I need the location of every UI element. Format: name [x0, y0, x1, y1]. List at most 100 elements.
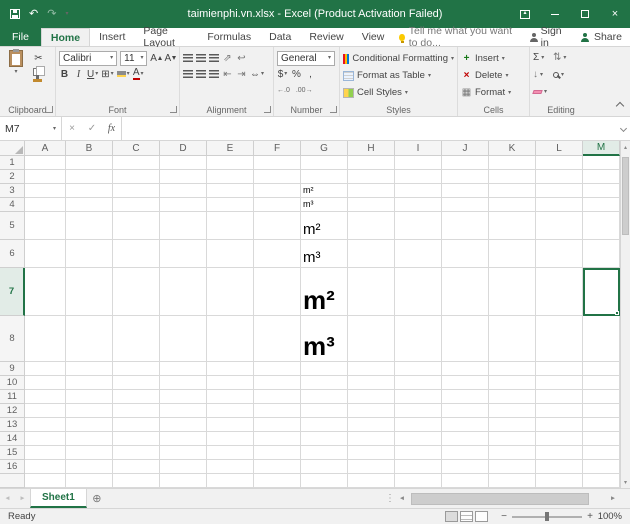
- cell-partial[interactable]: [25, 474, 66, 488]
- row-header-13[interactable]: 13: [0, 418, 25, 432]
- cell-L6[interactable]: [536, 240, 583, 268]
- cell-M7[interactable]: [583, 268, 620, 316]
- cell-C14[interactable]: [113, 432, 160, 446]
- cell-I14[interactable]: [395, 432, 442, 446]
- format-cells-button[interactable]: ▦ Format ▾: [461, 84, 526, 101]
- formula-bar-expand-icon[interactable]: [616, 117, 630, 140]
- close-button[interactable]: ×: [600, 0, 630, 28]
- cell-H14[interactable]: [348, 432, 395, 446]
- cell-A15[interactable]: [25, 446, 66, 460]
- cell-H11[interactable]: [348, 390, 395, 404]
- insert-cells-button[interactable]: + Insert ▾: [461, 50, 526, 67]
- zoom-level[interactable]: 100%: [596, 511, 630, 522]
- cell-L10[interactable]: [536, 376, 583, 390]
- underline-button[interactable]: U ▾: [87, 67, 98, 81]
- cell-D4[interactable]: [160, 198, 207, 212]
- font-color-button[interactable]: A ▾: [132, 67, 144, 81]
- cell-A11[interactable]: [25, 390, 66, 404]
- cell-A1[interactable]: [25, 156, 66, 170]
- column-header-K[interactable]: K: [489, 141, 536, 156]
- cell-H6[interactable]: [348, 240, 395, 268]
- cell-B4[interactable]: [66, 198, 113, 212]
- row-header-2[interactable]: 2: [0, 170, 25, 184]
- cell-J16[interactable]: [442, 460, 489, 474]
- cell-E5[interactable]: [207, 212, 254, 240]
- cell-L2[interactable]: [536, 170, 583, 184]
- cell-F7[interactable]: [254, 268, 301, 316]
- row-header-8[interactable]: 8: [0, 316, 25, 362]
- cell-G4[interactable]: m³: [301, 198, 348, 212]
- cell-E3[interactable]: [207, 184, 254, 198]
- cell-F3[interactable]: [254, 184, 301, 198]
- cell-E7[interactable]: [207, 268, 254, 316]
- cell-H5[interactable]: [348, 212, 395, 240]
- cell-L11[interactable]: [536, 390, 583, 404]
- cell-M11[interactable]: [583, 390, 620, 404]
- cell-I7[interactable]: [395, 268, 442, 316]
- zoom-slider-thumb[interactable]: [545, 512, 549, 521]
- cell-F10[interactable]: [254, 376, 301, 390]
- cell-K11[interactable]: [489, 390, 536, 404]
- cell-B7[interactable]: [66, 268, 113, 316]
- cell-K15[interactable]: [489, 446, 536, 460]
- cell-G6[interactable]: m³: [301, 240, 348, 268]
- cell-I3[interactable]: [395, 184, 442, 198]
- row-header-15[interactable]: 15: [0, 446, 25, 460]
- cell-D5[interactable]: [160, 212, 207, 240]
- fill-button[interactable]: ↓ ▾: [533, 67, 547, 82]
- cell-C1[interactable]: [113, 156, 160, 170]
- row-header-7[interactable]: 7: [0, 268, 25, 316]
- cell-L5[interactable]: [536, 212, 583, 240]
- cell-L16[interactable]: [536, 460, 583, 474]
- cell-H8[interactable]: [348, 316, 395, 362]
- cell-A14[interactable]: [25, 432, 66, 446]
- cell-L14[interactable]: [536, 432, 583, 446]
- cell-F12[interactable]: [254, 404, 301, 418]
- align-top-button[interactable]: [183, 54, 193, 62]
- cell-K14[interactable]: [489, 432, 536, 446]
- new-sheet-button[interactable]: ⊕: [87, 489, 107, 508]
- cell-L13[interactable]: [536, 418, 583, 432]
- enter-icon[interactable]: ✓: [82, 117, 102, 140]
- normal-view-button[interactable]: [445, 511, 458, 522]
- cell-K3[interactable]: [489, 184, 536, 198]
- cell-K2[interactable]: [489, 170, 536, 184]
- cell-partial[interactable]: [113, 474, 160, 488]
- cell-J8[interactable]: [442, 316, 489, 362]
- cell-I4[interactable]: [395, 198, 442, 212]
- cell-E13[interactable]: [207, 418, 254, 432]
- cell-A9[interactable]: [25, 362, 66, 376]
- row-header-6[interactable]: 6: [0, 240, 25, 268]
- row-header-11[interactable]: 11: [0, 390, 25, 404]
- cell-E14[interactable]: [207, 432, 254, 446]
- cell-C2[interactable]: [113, 170, 160, 184]
- cell-styles-button[interactable]: Cell Styles ▾: [343, 84, 454, 101]
- cell-L3[interactable]: [536, 184, 583, 198]
- cell-J10[interactable]: [442, 376, 489, 390]
- cell-M4[interactable]: [583, 198, 620, 212]
- decrease-indent-button[interactable]: ⇤: [222, 67, 233, 81]
- cancel-icon[interactable]: ×: [62, 117, 82, 140]
- cell-K6[interactable]: [489, 240, 536, 268]
- row-header-12[interactable]: 12: [0, 404, 25, 418]
- cell-J9[interactable]: [442, 362, 489, 376]
- cell-E9[interactable]: [207, 362, 254, 376]
- cell-D1[interactable]: [160, 156, 207, 170]
- number-dialog-launcher-icon[interactable]: [330, 106, 337, 113]
- cell-A4[interactable]: [25, 198, 66, 212]
- scroll-down-icon[interactable]: ▾: [624, 476, 627, 488]
- cell-F13[interactable]: [254, 418, 301, 432]
- cell-J2[interactable]: [442, 170, 489, 184]
- column-header-L[interactable]: L: [536, 141, 583, 156]
- cell-B9[interactable]: [66, 362, 113, 376]
- cell-B10[interactable]: [66, 376, 113, 390]
- cell-F14[interactable]: [254, 432, 301, 446]
- cell-B1[interactable]: [66, 156, 113, 170]
- increase-decimal-button[interactable]: ←.0: [277, 87, 290, 94]
- collapse-ribbon-icon[interactable]: [615, 101, 625, 111]
- cell-B13[interactable]: [66, 418, 113, 432]
- cell-D7[interactable]: [160, 268, 207, 316]
- cell-A6[interactable]: [25, 240, 66, 268]
- tab-formulas[interactable]: Formulas: [198, 28, 260, 46]
- cell-D9[interactable]: [160, 362, 207, 376]
